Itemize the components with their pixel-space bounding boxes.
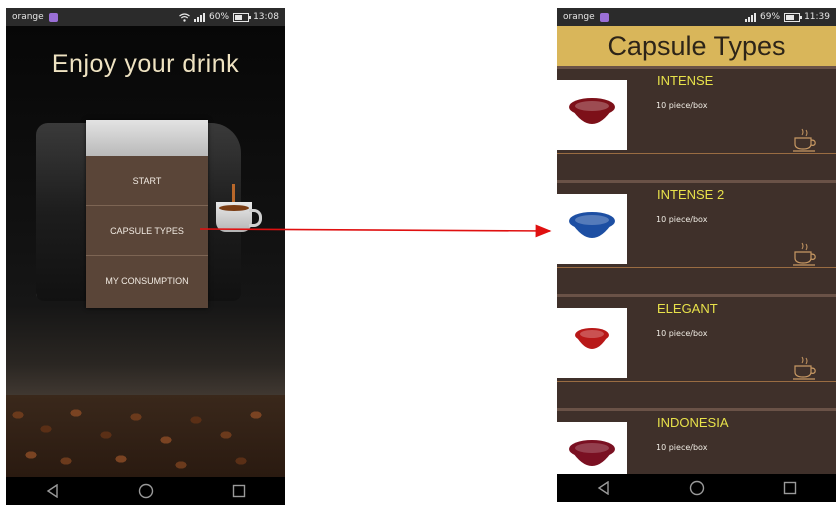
status-bar: orange 60% 13:08 (6, 8, 285, 26)
capsule-list-item[interactable]: ELEGANT 10 piece/box (557, 294, 836, 409)
phone-home-screen: orange 60% 13:08 Enjoy your drink START … (6, 8, 285, 505)
capsule-image (557, 422, 627, 474)
clock: 13:08 (253, 12, 279, 22)
recents-icon[interactable] (779, 477, 801, 499)
signal-icon (194, 12, 206, 22)
home-icon[interactable] (135, 480, 157, 502)
capsule-image (557, 194, 627, 264)
battery-percent: 60% (209, 12, 230, 22)
signal-icon (745, 12, 757, 22)
capsule-name: INTENSE (657, 73, 714, 88)
app-notification-icon (48, 12, 58, 22)
home-icon[interactable] (686, 477, 708, 499)
capsule-list-item[interactable]: INTENSE 10 piece/box (557, 66, 836, 181)
capsule-image (557, 80, 627, 150)
capsule-pieces: 10 piece/box (656, 443, 708, 452)
status-bar: orange 69% 11:39 (557, 8, 836, 26)
wifi-icon (179, 12, 190, 22)
page-title: Capsule Types (557, 26, 836, 66)
capsule-pieces: 10 piece/box (656, 329, 708, 338)
back-icon[interactable] (42, 480, 64, 502)
app-notification-icon (599, 12, 609, 22)
capsule-types-button[interactable]: CAPSULE TYPES (86, 206, 208, 256)
start-button[interactable]: START (86, 156, 208, 206)
divider (557, 153, 836, 154)
capsule-name: ELEGANT (657, 301, 718, 316)
coffee-cup-icon (793, 128, 816, 152)
recents-icon[interactable] (228, 480, 250, 502)
phone-capsule-types-screen: orange 69% 11:39 Capsule Types INTENSE 1… (557, 8, 836, 502)
capsule-list-item[interactable]: INDONESIA 10 piece/box (557, 408, 836, 474)
coffee-cup-icon (793, 356, 816, 380)
capsule-list-item[interactable]: INTENSE 2 10 piece/box (557, 180, 836, 295)
battery-icon (233, 12, 252, 22)
coffee-stream-image (232, 184, 235, 204)
battery-icon (784, 12, 803, 22)
carrier-label: orange (563, 12, 595, 22)
divider (557, 267, 836, 268)
capsule-image (557, 308, 627, 378)
coffee-cup-icon (793, 242, 816, 266)
capsule-pieces: 10 piece/box (656, 215, 708, 224)
capsule-name: INDONESIA (657, 415, 729, 430)
battery-percent: 69% (760, 12, 781, 22)
capsule-pieces: 10 piece/box (656, 101, 708, 110)
divider (557, 381, 836, 382)
espresso-cup-image (216, 202, 262, 232)
coffee-beans-image (6, 395, 285, 477)
main-menu: START CAPSULE TYPES MY CONSUMPTION (86, 120, 208, 308)
my-consumption-button[interactable]: MY CONSUMPTION (86, 256, 208, 305)
navigation-bar (6, 477, 285, 505)
clock: 11:39 (804, 12, 830, 22)
back-icon[interactable] (593, 477, 615, 499)
navigation-bar (557, 474, 836, 502)
carrier-label: orange (12, 12, 44, 22)
menu-top-strip (86, 120, 208, 156)
page-title: Enjoy your drink (51, 50, 240, 78)
capsule-name: INTENSE 2 (657, 187, 725, 202)
capsule-list[interactable]: INTENSE 10 piece/box INTENSE 2 10 piece/… (557, 66, 836, 474)
